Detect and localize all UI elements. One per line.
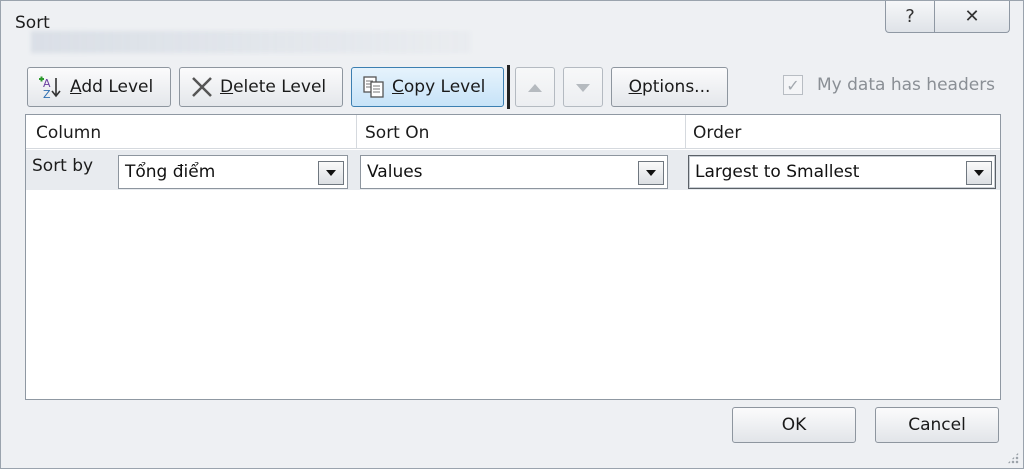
delete-level-label: Delete Level: [220, 77, 327, 97]
add-level-label: Add Level: [70, 77, 154, 97]
move-down-button[interactable]: [563, 67, 603, 107]
sort-on-select[interactable]: Values: [360, 155, 668, 189]
sort-az-add-icon: A Z: [38, 75, 64, 99]
sort-levels-grid: Column Sort On Order Sort by Tổng điểm V…: [25, 114, 1001, 400]
headers-checkbox-label: My data has headers: [817, 75, 996, 95]
dropdown-arrow-icon[interactable]: [318, 161, 344, 185]
sort-on-select-value: Values: [367, 162, 423, 182]
my-data-has-headers-checkbox[interactable]: ✓ My data has headers: [783, 75, 995, 95]
resize-grip-icon[interactable]: [1007, 452, 1019, 464]
checkbox-check-icon: ✓: [783, 75, 803, 95]
help-button[interactable]: ?: [885, 1, 935, 33]
copy-level-label: Copy Level: [392, 77, 486, 97]
dropdown-arrow-icon[interactable]: [638, 161, 664, 185]
dialog-title: Sort: [15, 13, 50, 33]
options-label: Options...: [628, 77, 711, 97]
help-icon: ?: [905, 6, 915, 27]
column-header-order: Order: [693, 123, 742, 143]
sort-dialog: Sort ? ✕ A Z Add Level Delete Level Copy…: [0, 0, 1024, 469]
delete-x-icon: [190, 75, 214, 99]
ok-button[interactable]: OK: [732, 407, 856, 443]
column-header-column: Column: [36, 123, 102, 143]
delete-level-button[interactable]: Delete Level: [179, 67, 343, 107]
background-ghost: [31, 31, 471, 53]
column-select[interactable]: Tổng điểm: [118, 155, 348, 189]
close-icon: ✕: [964, 6, 980, 27]
column-divider: [685, 115, 686, 149]
cancel-button[interactable]: Cancel: [875, 407, 999, 443]
svg-text:Z: Z: [43, 88, 51, 99]
copy-icon: [362, 75, 386, 99]
triangle-up-icon: [527, 78, 543, 97]
add-level-button[interactable]: A Z Add Level: [27, 67, 171, 107]
column-header-sort-on: Sort On: [365, 123, 430, 143]
toolbar-separator: [507, 65, 510, 109]
dropdown-arrow-icon[interactable]: [966, 161, 992, 185]
move-up-button[interactable]: [515, 67, 555, 107]
sort-level-row[interactable]: Sort by Tổng điểm Values Largest to Smal…: [26, 150, 1000, 190]
order-select[interactable]: Largest to Smallest: [688, 155, 996, 189]
order-select-value: Largest to Smallest: [695, 162, 860, 182]
row-label: Sort by: [32, 156, 94, 176]
column-divider: [356, 115, 357, 149]
copy-level-button[interactable]: Copy Level: [351, 67, 504, 107]
column-select-value: Tổng điểm: [125, 162, 216, 182]
toolbar: A Z Add Level Delete Level Copy Level Op…: [27, 65, 1002, 109]
close-button[interactable]: ✕: [934, 1, 1010, 33]
options-button[interactable]: Options...: [611, 67, 728, 107]
triangle-down-icon: [575, 78, 591, 97]
grid-header: Column Sort On Order: [26, 115, 1000, 149]
